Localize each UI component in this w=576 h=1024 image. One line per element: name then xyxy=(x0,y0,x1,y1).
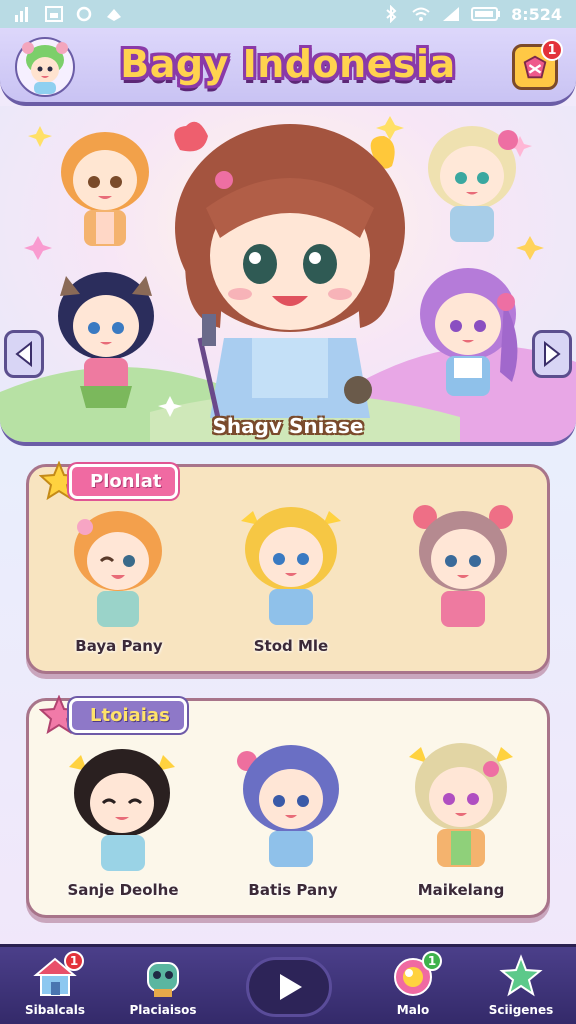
play-button[interactable] xyxy=(246,957,332,1017)
chevron-left-icon xyxy=(15,341,32,367)
nav-item-malo[interactable]: 1 Malo xyxy=(358,951,468,1024)
wifi-icon xyxy=(412,7,430,21)
character-card-4[interactable] xyxy=(63,737,181,877)
character-icon xyxy=(147,962,179,997)
character-top-right[interactable] xyxy=(416,118,528,248)
nav-home-label: Sibalcals xyxy=(24,1003,86,1017)
nav-item-characters[interactable]: Placiaisos xyxy=(108,953,218,1024)
carousel-prev-button[interactable] xyxy=(4,330,44,378)
status-time: 8:524 xyxy=(511,4,562,24)
cell-signal-icon xyxy=(443,7,460,21)
character-card-3[interactable] xyxy=(405,497,521,635)
nav-malo-badge: 1 xyxy=(422,951,442,971)
character-card-1[interactable] xyxy=(63,503,173,633)
app-title: Bagy Indonesia xyxy=(120,42,456,86)
character-mid-left[interactable] xyxy=(48,266,164,416)
carousel-next-button[interactable] xyxy=(532,330,572,378)
character-card-2[interactable] xyxy=(233,493,349,631)
bottom-navigation: 1 Sibalcals Placiaisos 1 Malo Sciigenes xyxy=(0,944,576,1024)
notification-badge: 1 xyxy=(541,39,563,61)
featured-character[interactable] xyxy=(160,118,420,438)
signal-bars-icon xyxy=(15,7,28,22)
panel-1-title: Plonlat xyxy=(69,463,179,499)
nav-item-home[interactable]: 1 Sibalcals xyxy=(0,951,110,1024)
character-panel-1: Plonlat Baya Pany Stod Mle xyxy=(26,461,550,674)
status-bar: 8:524 xyxy=(0,0,576,28)
panel-1-tag: Plonlat xyxy=(39,461,179,501)
notifications-button[interactable]: 1 xyxy=(512,39,563,90)
battery-icon xyxy=(471,7,501,21)
panel-2-tag: Ltoiaias xyxy=(39,695,187,735)
sync-icon xyxy=(76,6,92,22)
nav-item-scenes[interactable]: Sciigenes xyxy=(466,953,576,1024)
character-card-6[interactable] xyxy=(399,727,523,875)
featured-carousel[interactable] xyxy=(0,106,576,446)
nav-scenes-label: Sciigenes xyxy=(488,1003,554,1017)
play-icon xyxy=(280,974,302,1000)
nav-home-badge: 1 xyxy=(64,951,84,971)
card-name-1: Baya Pany xyxy=(75,637,163,655)
card-name-4: Sanje Deolhe xyxy=(67,881,179,899)
character-panel-2: Ltoiaias Sanje Deolhe Batis Pany Maikela… xyxy=(26,695,550,918)
star-icon xyxy=(499,954,543,997)
card-name-5: Batis Pany xyxy=(248,881,338,899)
app-header: Bagy Indonesia 1 xyxy=(0,28,576,106)
panel-2-title: Ltoiaias xyxy=(69,697,187,733)
nav-characters-label: Placiaisos xyxy=(129,1003,197,1017)
character-top-left[interactable] xyxy=(50,124,160,252)
character-mid-right[interactable] xyxy=(408,262,530,420)
image-icon xyxy=(45,6,63,22)
character-card-5[interactable] xyxy=(229,731,353,875)
featured-character-name: Shagv Sniase xyxy=(212,414,364,438)
card-name-2: Stod Mle xyxy=(253,637,329,655)
bluetooth-icon xyxy=(386,5,397,23)
chevron-right-icon xyxy=(544,341,561,367)
nav-malo-label: Malo xyxy=(396,1003,430,1017)
card-name-6: Maikelang xyxy=(417,881,505,899)
cloud-icon xyxy=(107,9,121,21)
